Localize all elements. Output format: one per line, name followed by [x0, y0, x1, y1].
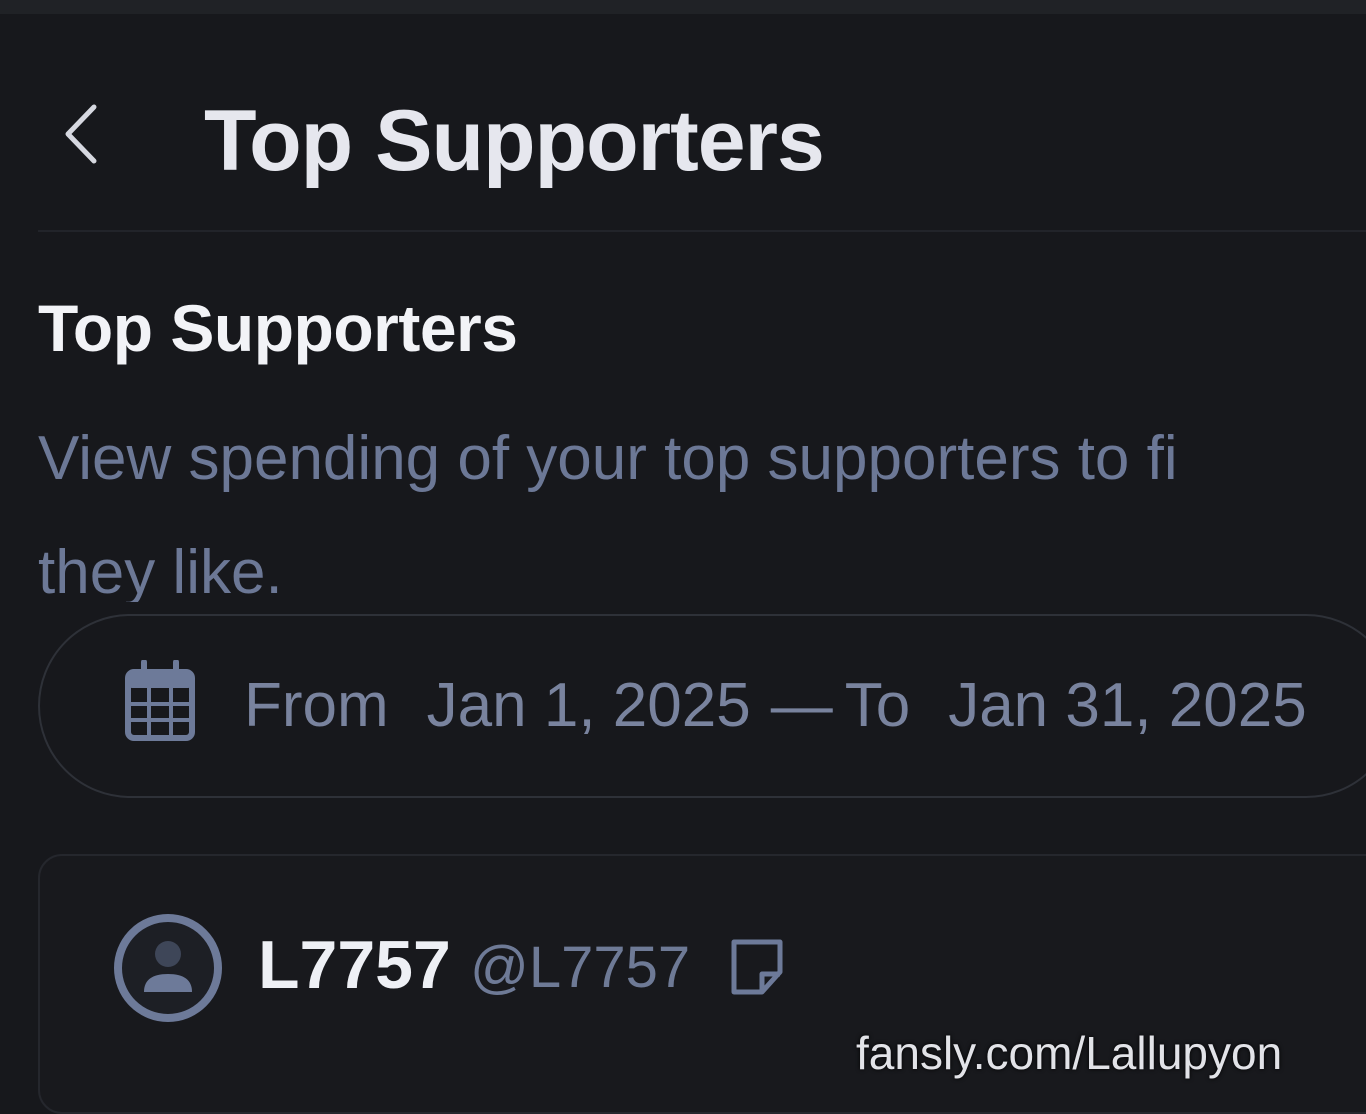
- window-top-strip: [0, 0, 1366, 14]
- to-label: To: [844, 671, 911, 740]
- chevron-left-icon: [65, 104, 97, 164]
- back-button[interactable]: [50, 94, 110, 174]
- from-date: Jan 1, 2025: [426, 671, 751, 740]
- calendar-icon: [125, 660, 195, 741]
- section-description: View spending of your top supporters to …: [38, 402, 1366, 602]
- watermark: fansly.com/Lallupyon: [856, 1027, 1283, 1079]
- date-range-text: From Jan 1, 2025 — To Jan 31, 2025: [244, 670, 1307, 741]
- date-range-picker[interactable]: From Jan 1, 2025 — To Jan 31, 2025: [38, 614, 1366, 798]
- supporter-display-name[interactable]: L7757: [258, 926, 451, 1004]
- section-description-line-1: View spending of your top supporters to …: [38, 424, 1178, 493]
- header-divider: [38, 230, 1366, 232]
- page-title: Top Supporters: [204, 93, 825, 189]
- supporter-username: @L7757: [470, 935, 691, 1000]
- page-header: Top Supporters: [0, 14, 1366, 230]
- section-title: Top Supporters: [38, 291, 518, 365]
- to-date: Jan 31, 2025: [948, 671, 1307, 740]
- user-avatar-icon: [114, 914, 222, 1022]
- from-label: From: [244, 671, 389, 740]
- note-icon[interactable]: [726, 936, 788, 998]
- section-description-line-2: they like.: [38, 538, 283, 602]
- date-separator: —: [770, 671, 833, 740]
